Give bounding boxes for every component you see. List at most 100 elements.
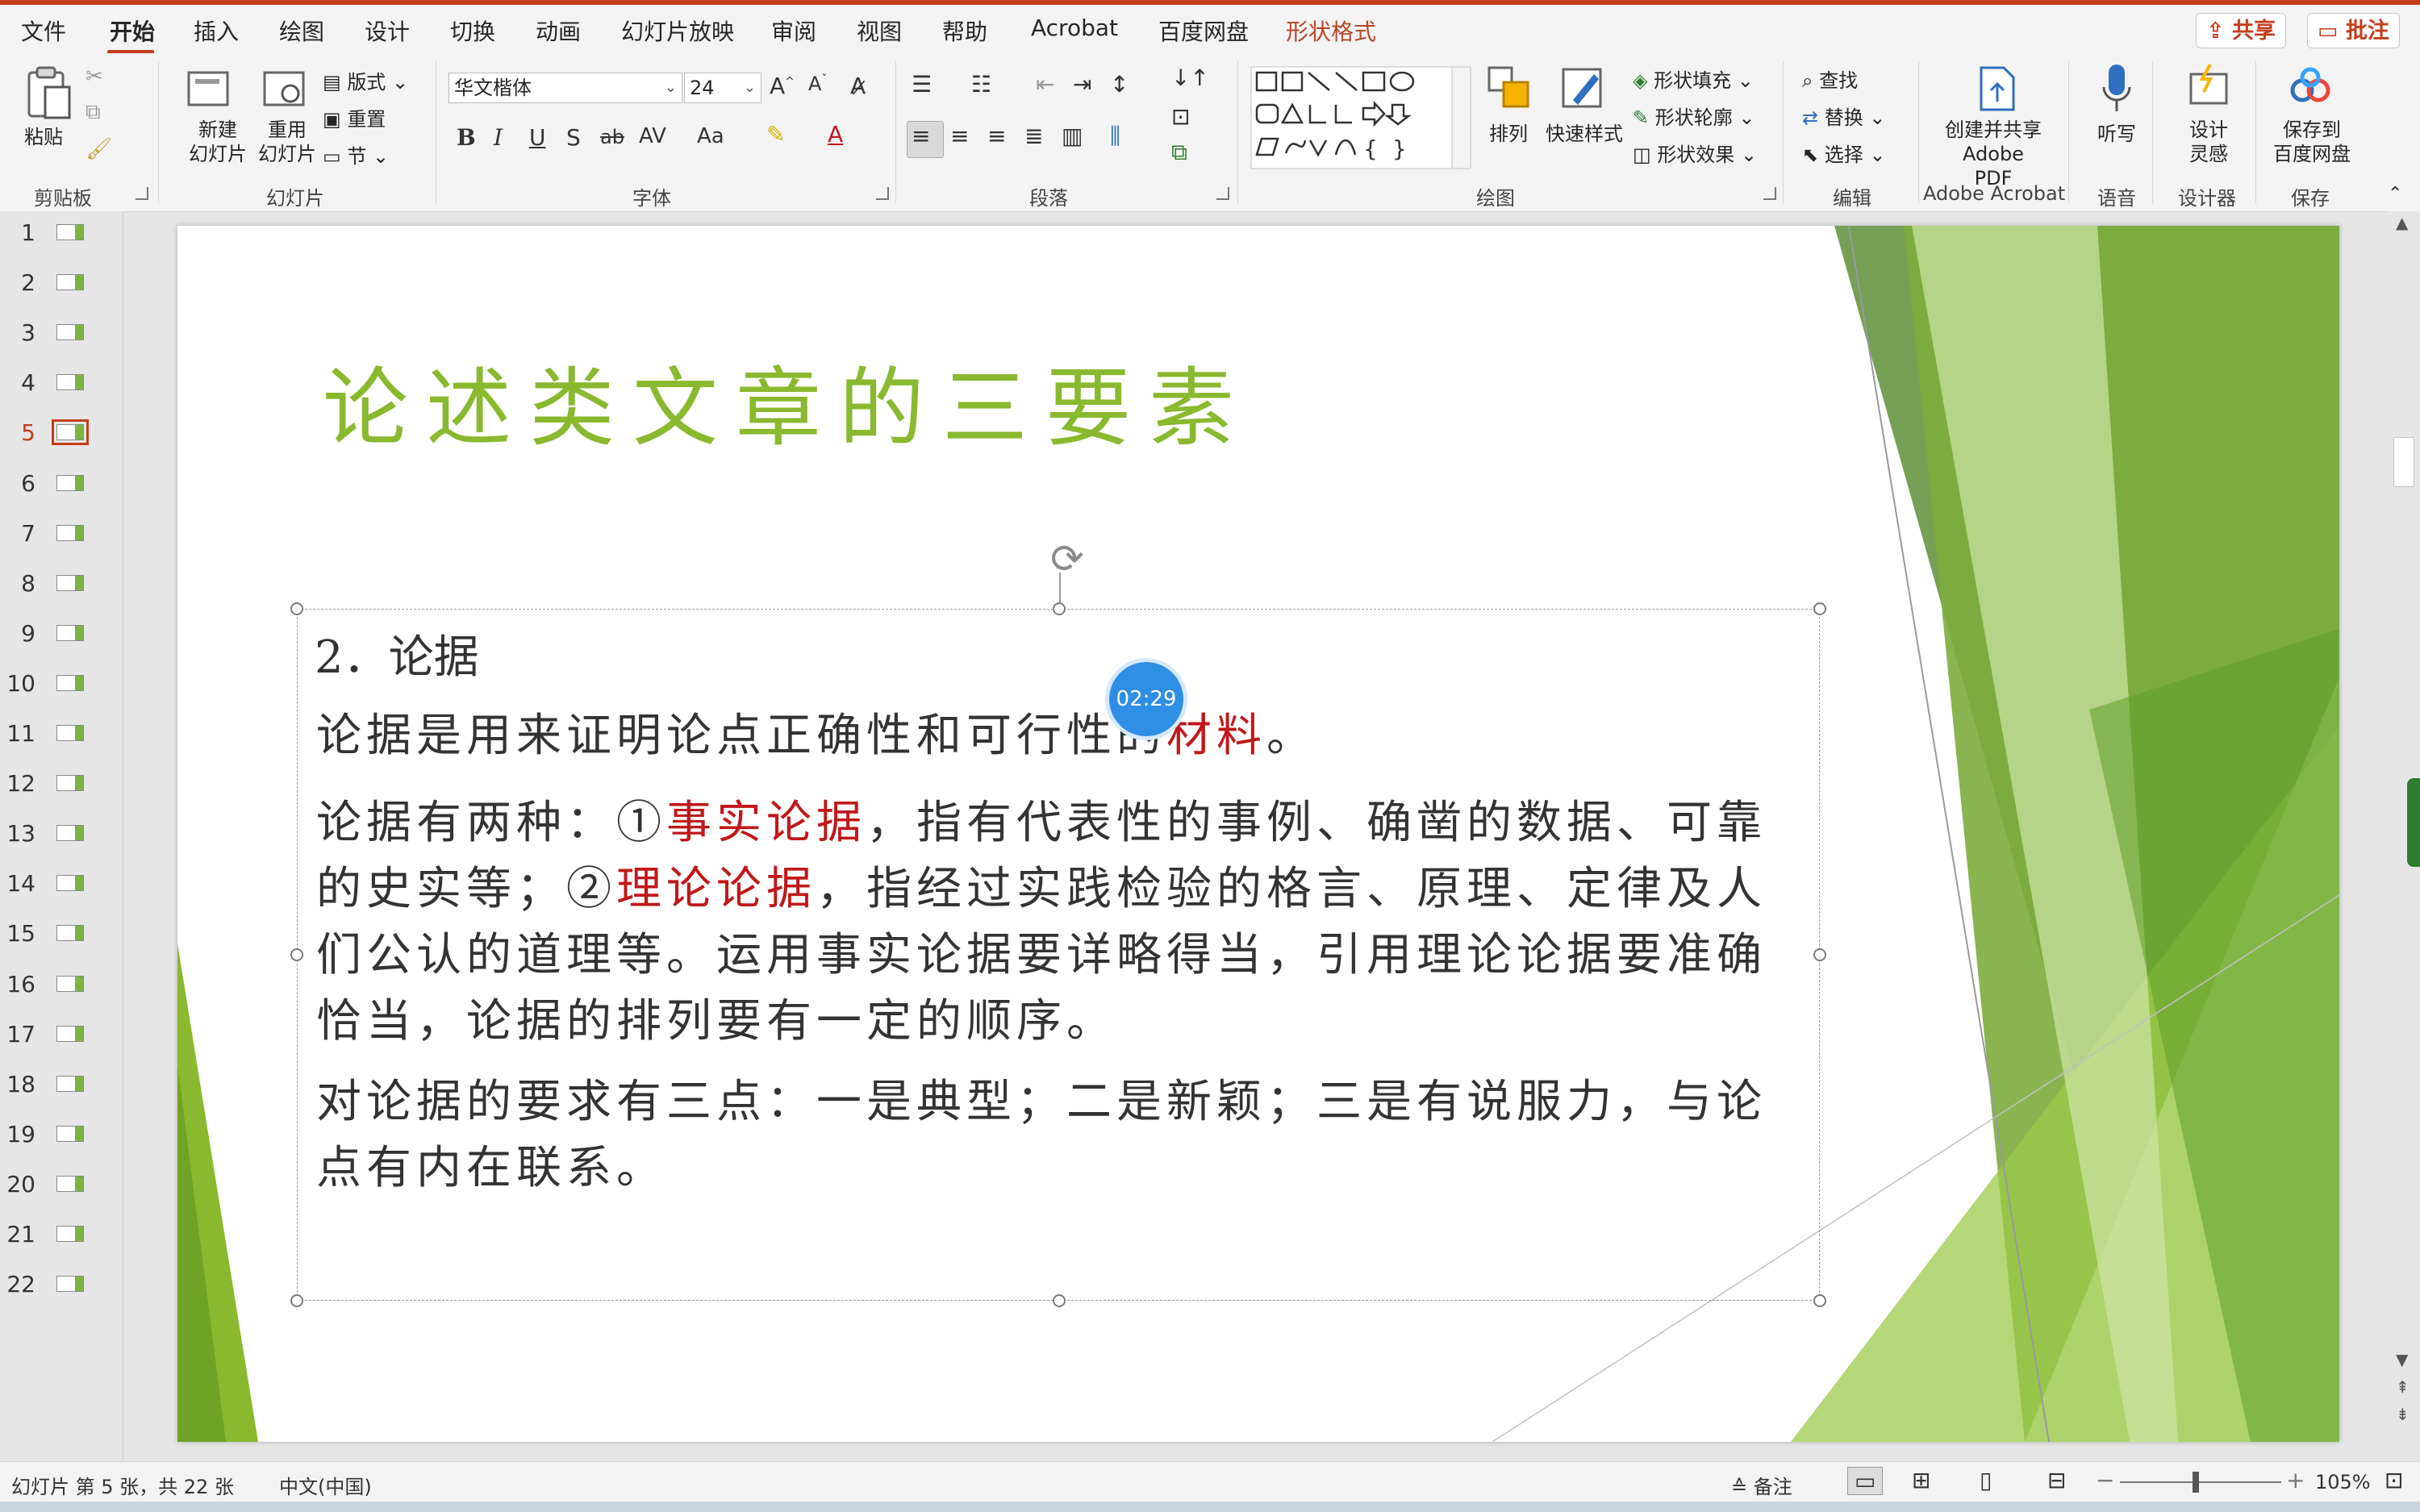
text-direction-icon[interactable]: ↓↑	[1171, 65, 1209, 91]
clear-formatting-icon[interactable]: A̷	[850, 73, 866, 99]
thumbnail-number[interactable]: 15	[0, 920, 35, 947]
shapes-gallery[interactable]: { }	[1250, 66, 1471, 169]
thumbnail-number[interactable]: 4	[0, 369, 35, 396]
quick-styles-icon[interactable]	[1560, 65, 1608, 113]
slide-thumbnail[interactable]	[56, 825, 84, 842]
columns-icon[interactable]: ⫼	[1110, 123, 1120, 150]
resize-handle[interactable]	[290, 948, 303, 961]
scroll-down-icon[interactable]: ▼	[2396, 1350, 2408, 1369]
zoom-slider-thumb[interactable]	[2193, 1472, 2199, 1493]
fit-to-window-icon[interactable]: ⊡	[2385, 1467, 2403, 1493]
change-case-button[interactable]: Aa	[697, 124, 724, 148]
baidu-netdisk-icon[interactable]	[2288, 66, 2333, 106]
slide-thumbnail[interactable]	[56, 975, 84, 992]
comment-button[interactable]: ▭ 批注	[2307, 13, 2400, 48]
resize-handle[interactable]	[1813, 948, 1826, 961]
recording-timer[interactable]: 02:29	[1109, 662, 1183, 736]
thumbnail-number[interactable]: 21	[0, 1221, 35, 1248]
slide-thumbnail[interactable]	[56, 1226, 84, 1242]
align-left-icon[interactable]: ≡	[912, 123, 930, 149]
zoom-level[interactable]: 105%	[2315, 1471, 2371, 1493]
slide-thumbnail[interactable]	[56, 1025, 84, 1042]
slide-thumbnail[interactable]	[56, 224, 84, 240]
microphone-icon[interactable]	[2101, 63, 2133, 115]
strikethrough-button[interactable]: ab	[600, 126, 624, 148]
tab-view[interactable]: 视图	[857, 15, 902, 47]
slide-thumbnail[interactable]	[56, 574, 84, 591]
section-button[interactable]: ▭ 节 ⌄	[323, 140, 389, 169]
collapse-ribbon-icon[interactable]: ⌃	[2388, 184, 2402, 204]
arrange-icon[interactable]	[1486, 65, 1534, 110]
reuse-slides-label[interactable]: 重用 幻灯片	[258, 118, 316, 166]
line-spacing-icon[interactable]: ↕	[1110, 71, 1129, 98]
paragraph-types[interactable]: 论据有两种：①事实论据，指有代表性的事例、确凿的数据、可靠的史实等；②理论论据，…	[316, 790, 1800, 1055]
character-spacing-button[interactable]: AV	[639, 124, 666, 148]
slide-thumbnail[interactable]	[56, 274, 84, 291]
zoom-slider[interactable]	[2120, 1481, 2281, 1483]
thumbnail-number[interactable]: 9	[0, 620, 35, 647]
align-center-icon[interactable]: ≡	[950, 123, 969, 149]
new-slide-icon[interactable]	[186, 68, 231, 108]
select-button[interactable]: ⬉ 选择 ⌄	[1802, 139, 1886, 167]
tab-home[interactable]: 开始	[110, 15, 155, 47]
paste-label[interactable]: 粘贴	[24, 121, 63, 149]
design-ideas-label[interactable]: 设计 灵感	[2189, 118, 2228, 166]
decrease-indent-icon[interactable]: ⇤	[1036, 71, 1054, 98]
thumbnail-number[interactable]: 13	[0, 820, 35, 847]
thumbnail-number[interactable]: 14	[0, 870, 35, 897]
thumbnail-number[interactable]: 18	[0, 1071, 35, 1098]
slide-thumbnail[interactable]	[56, 624, 84, 641]
tab-design[interactable]: 设计	[365, 15, 410, 47]
bold-button[interactable]: B	[457, 124, 476, 151]
increase-indent-icon[interactable]: ⇥	[1073, 71, 1091, 98]
zoom-in-icon[interactable]: +	[2286, 1467, 2305, 1493]
notes-button[interactable]: ≙ 备注	[1731, 1471, 1792, 1499]
tab-draw[interactable]: 绘图	[279, 15, 324, 47]
copy-icon[interactable]: ⧉	[86, 100, 101, 125]
thumbnail-number[interactable]: 8	[0, 570, 35, 597]
shape-fill-button[interactable]: ◈ 形状填充 ⌄	[1633, 65, 1754, 93]
new-slide-label[interactable]: 新建 幻灯片	[189, 118, 247, 166]
thumbnail-number[interactable]: 10	[0, 670, 35, 697]
resize-handle[interactable]	[290, 1294, 303, 1307]
language-status[interactable]: 中文(中国)	[279, 1471, 372, 1499]
resize-handle[interactable]	[1813, 1294, 1826, 1307]
font-color-icon[interactable]: A	[828, 121, 843, 148]
slide-canvas[interactable]: 论述类文章的三要素 ⟳ 2．论据 论据是用来证明论点正确性和可行性的材料。 论据…	[177, 226, 2339, 1442]
scrollbar-thumb[interactable]	[2393, 437, 2414, 487]
dictate-label[interactable]: 听写	[2097, 118, 2136, 146]
thumbnail-number[interactable]: 11	[0, 720, 35, 747]
decrease-font-size-icon[interactable]: Aˇ	[808, 73, 827, 95]
distributed-icon[interactable]: ▥	[1062, 123, 1083, 149]
scroll-up-icon[interactable]: ▲	[2396, 213, 2408, 232]
slide-title[interactable]: 论述类文章的三要素	[323, 339, 1252, 463]
reset-button[interactable]: ▣ 重置	[323, 103, 386, 131]
reading-view-icon[interactable]: ▯	[1980, 1467, 1992, 1493]
zoom-out-icon[interactable]: −	[2096, 1467, 2114, 1493]
slide-thumbnail[interactable]	[56, 474, 84, 491]
thumbnail-number[interactable]: 22	[0, 1271, 35, 1297]
thumbnail-number[interactable]: 20	[0, 1171, 35, 1198]
italic-button[interactable]: I	[494, 124, 503, 151]
convert-smartart-icon[interactable]: ⧉	[1171, 139, 1187, 166]
share-button[interactable]: ⇪ 共享	[2196, 13, 2287, 48]
paste-icon[interactable]	[24, 65, 73, 121]
increase-font-size-icon[interactable]: A^	[770, 73, 795, 99]
slide-thumbnail[interactable]	[56, 1276, 84, 1293]
rotate-handle-icon[interactable]: ⟳	[1050, 535, 1084, 582]
justify-icon[interactable]: ≣	[1024, 123, 1043, 149]
thumbnail-number[interactable]: 7	[0, 520, 35, 547]
shape-effects-button[interactable]: ◫ 形状效果 ⌄	[1633, 139, 1757, 167]
thumbnail-number[interactable]: 19	[0, 1121, 35, 1148]
paragraph-launcher-icon[interactable]	[1216, 187, 1229, 200]
side-floating-tab[interactable]	[2407, 778, 2420, 867]
paragraph-requirements[interactable]: 对论据的要求有三点：一是典型；二是新颖；三是有说服力，与论点有内在联系。	[316, 1069, 1800, 1202]
thumbnail-number[interactable]: 3	[0, 319, 35, 346]
thumbnail-number[interactable]: 12	[0, 770, 35, 797]
slide-thumbnail[interactable]	[56, 1175, 84, 1192]
clipboard-launcher-icon[interactable]	[136, 187, 148, 200]
reuse-slides-icon[interactable]	[261, 68, 310, 111]
resize-handle[interactable]	[1053, 602, 1066, 615]
slide-thumbnail[interactable]	[56, 725, 84, 741]
shape-outline-button[interactable]: ✎ 形状轮廓 ⌄	[1633, 102, 1755, 130]
